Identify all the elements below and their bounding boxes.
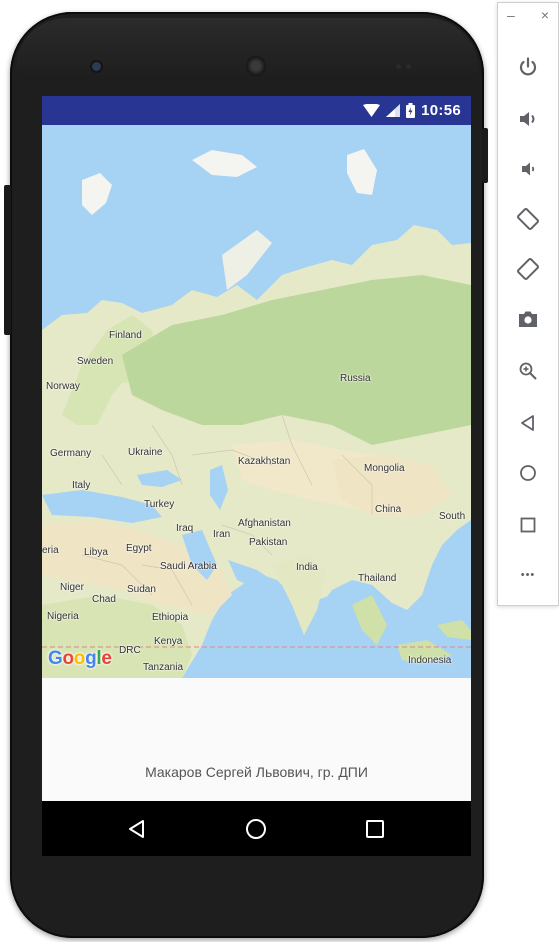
map-label-mongolia: Mongolia: [364, 463, 405, 474]
map-label-south: South: [439, 511, 466, 522]
back-icon: [129, 819, 144, 838]
map-label-iran: Iran: [213, 529, 231, 540]
nav-home-button[interactable]: [221, 801, 291, 856]
recents-icon: [366, 819, 384, 838]
cell-signal-icon: [386, 104, 401, 117]
volume-down-button[interactable]: [498, 149, 558, 189]
nav-back-button[interactable]: [102, 801, 172, 856]
rotate-right-icon: [517, 258, 539, 280]
map-label-russia: Russia: [340, 373, 371, 384]
earpiece-speaker: [246, 56, 266, 76]
front-camera: [92, 62, 101, 71]
overview-button[interactable]: [498, 505, 558, 545]
light-sensor: [406, 64, 411, 69]
map-label-ukraine: Ukraine: [128, 447, 163, 458]
power-button[interactable]: [498, 47, 558, 87]
home-icon: [246, 818, 266, 839]
navigation-bar: [42, 801, 471, 856]
map-label-italy: Italy: [72, 480, 91, 491]
map-label-libya: Libya: [84, 547, 108, 558]
rotate-left-icon: [517, 208, 539, 230]
rotate-left-button[interactable]: [498, 199, 558, 239]
back-icon: [521, 415, 534, 431]
map-label-algeria: eria: [42, 545, 59, 556]
logo-letter: e: [101, 648, 112, 669]
map-label-sudan: Sudan: [127, 584, 156, 595]
camera-icon: [519, 311, 537, 327]
map-label-pakistan: Pakistan: [249, 537, 288, 548]
phone-frame: 10:56 Finland Sweden Norway Russia Germa…: [10, 12, 484, 938]
zoom-icon: [519, 362, 537, 380]
status-icons: 10:56: [363, 96, 461, 125]
side-key-left: [4, 185, 11, 335]
battery-icon: [406, 103, 416, 118]
home-button[interactable]: [498, 453, 558, 493]
map-label-finland: Finland: [109, 330, 142, 341]
map-label-ethiopia: Ethiopia: [152, 612, 189, 623]
volume-up-icon: [520, 112, 535, 126]
map-label-thailand: Thailand: [358, 573, 397, 584]
volume-down-icon: [522, 162, 535, 176]
author-text: Макаров Сергей Львович, гр. ДПИ: [145, 764, 368, 780]
window-controls: – ×: [498, 7, 558, 23]
back-button[interactable]: [498, 403, 558, 443]
more-button[interactable]: •••: [498, 555, 558, 595]
logo-letter: G: [48, 648, 63, 669]
map-label-indonesia: Indonesia: [408, 655, 452, 666]
map-label-niger: Niger: [60, 582, 84, 593]
home-icon: [520, 465, 536, 481]
map-label-norway: Norway: [46, 381, 80, 392]
close-button[interactable]: ×: [541, 7, 549, 23]
map-label-china: China: [375, 504, 402, 515]
minimize-button[interactable]: –: [507, 7, 515, 23]
status-bar: 10:56: [42, 96, 471, 125]
map-view[interactable]: Finland Sweden Norway Russia Germany Ukr…: [42, 125, 471, 678]
more-icon: •••: [520, 569, 536, 581]
map-label-iraq: Iraq: [176, 523, 194, 534]
map-label-tanzania: Tanzania: [143, 662, 184, 673]
map-label-egypt: Egypt: [126, 543, 152, 554]
map-label-chad: Chad: [92, 594, 116, 605]
map-label-india: India: [296, 562, 318, 573]
overview-icon: [520, 517, 536, 533]
map-label-kazakhstan: Kazakhstan: [238, 456, 291, 467]
map-label-saudi-arabia: Saudi Arabia: [160, 561, 217, 572]
screenshot-button[interactable]: [498, 299, 558, 339]
side-key-right: [482, 128, 488, 183]
map-label-germany: Germany: [50, 448, 92, 459]
map-label-nigeria: Nigeria: [47, 611, 79, 622]
wifi-icon: [363, 104, 381, 117]
nav-recents-button[interactable]: [340, 801, 410, 856]
map-label-kenya: Kenya: [154, 636, 183, 647]
power-icon: [519, 57, 537, 76]
device-screen: 10:56 Finland Sweden Norway Russia Germa…: [42, 96, 471, 856]
logo-letter: g: [85, 648, 97, 669]
emulator-toolbar: – × •••: [497, 2, 559, 606]
map-label-afghanistan: Afghanistan: [238, 518, 291, 529]
map-label-sweden: Sweden: [77, 356, 114, 367]
map-label-turkey: Turkey: [144, 499, 175, 510]
map-label-drc: DRC: [119, 645, 141, 656]
google-logo: Google: [48, 648, 112, 670]
rotate-right-button[interactable]: [498, 249, 558, 289]
zoom-button[interactable]: [498, 351, 558, 391]
volume-up-button[interactable]: [498, 99, 558, 139]
status-time: 10:56: [421, 102, 461, 119]
proximity-sensor: [396, 64, 401, 69]
logo-letter: o: [73, 648, 86, 669]
content-area: Макаров Сергей Львович, гр. ДПИ: [42, 678, 471, 801]
logo-letter: o: [62, 648, 74, 669]
